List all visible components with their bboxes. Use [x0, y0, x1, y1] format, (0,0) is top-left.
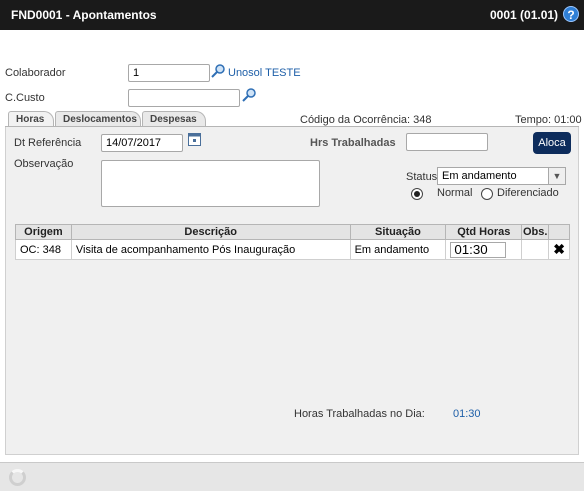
col-origem: Origem: [15, 224, 72, 240]
cell-qtd-horas: [445, 239, 523, 260]
window-code: 0001 (01.01): [490, 8, 559, 22]
qtd-horas-input[interactable]: [450, 241, 507, 258]
help-icon[interactable]: ?: [563, 6, 579, 22]
status-label: Status: [406, 171, 438, 183]
radio-normal-label: Normal: [437, 187, 473, 199]
ocorrencia-code: Código da Ocorrência: 348: [300, 114, 432, 126]
horas-dia-value: 01:30: [453, 408, 481, 420]
col-descricao: Descrição: [70, 224, 351, 240]
tab-deslocamentos[interactable]: Deslocamentos: [55, 111, 141, 126]
dt-referencia-label: Dt Referência: [14, 137, 82, 149]
table-row[interactable]: OC: 348 Visita de acompanhamento Pós Ina…: [15, 239, 570, 260]
dt-referencia-input[interactable]: [101, 134, 183, 152]
tempo-label: Tempo: 01:00: [515, 114, 582, 126]
col-qtd-horas: Qtd Horas: [445, 224, 523, 240]
ccusto-label: C.Custo: [5, 92, 45, 104]
title-bar: FND0001 - Apontamentos 0001 (01.01) ?: [0, 0, 584, 30]
table-header: Origem Descrição Situação Qtd Horas Obs.: [15, 224, 570, 240]
chevron-down-icon: ▼: [548, 168, 565, 184]
col-situacao: Situação: [349, 224, 447, 240]
status-select[interactable]: Em andamento ▼: [437, 167, 566, 185]
cell-situacao: Em andamento: [349, 239, 447, 260]
cell-origem: OC: 348: [15, 239, 72, 260]
search-icon[interactable]: [241, 87, 257, 103]
window-title: FND0001 - Apontamentos: [11, 8, 157, 22]
col-obs: Obs.: [521, 224, 550, 240]
observacao-textarea[interactable]: [101, 160, 320, 207]
colaborador-name: Unosol TESTE: [228, 67, 301, 79]
loading-spinner-icon: [9, 469, 26, 486]
tab-horas[interactable]: Horas: [8, 111, 54, 127]
tab-despesas[interactable]: Despesas: [142, 111, 206, 126]
aloca-button[interactable]: Aloca: [533, 132, 571, 154]
col-actions: [548, 224, 570, 240]
apontamentos-table: Origem Descrição Situação Qtd Horas Obs.…: [15, 224, 570, 260]
radio-diferenciado[interactable]: [481, 188, 493, 200]
colaborador-input[interactable]: [128, 64, 210, 82]
cell-obs[interactable]: [521, 239, 550, 260]
cell-descricao: Visita de acompanhamento Pós Inauguração: [70, 239, 351, 260]
calendar-icon[interactable]: [188, 132, 201, 146]
search-icon[interactable]: [210, 63, 226, 79]
hrs-trabalhadas-label: Hrs Trabalhadas: [310, 137, 396, 149]
radio-normal[interactable]: [411, 188, 423, 200]
radio-diferenciado-label: Diferenciado: [497, 187, 559, 199]
hrs-trabalhadas-input[interactable]: [406, 133, 488, 151]
observacao-label: Observação: [14, 158, 74, 170]
horas-dia-label: Horas Trabalhadas no Dia:: [294, 408, 425, 420]
colaborador-label: Colaborador: [5, 67, 66, 79]
ccusto-input[interactable]: [128, 89, 240, 107]
footer-bar: [0, 462, 584, 491]
delete-icon[interactable]: ✖: [548, 239, 570, 260]
status-value: Em andamento: [442, 170, 517, 182]
